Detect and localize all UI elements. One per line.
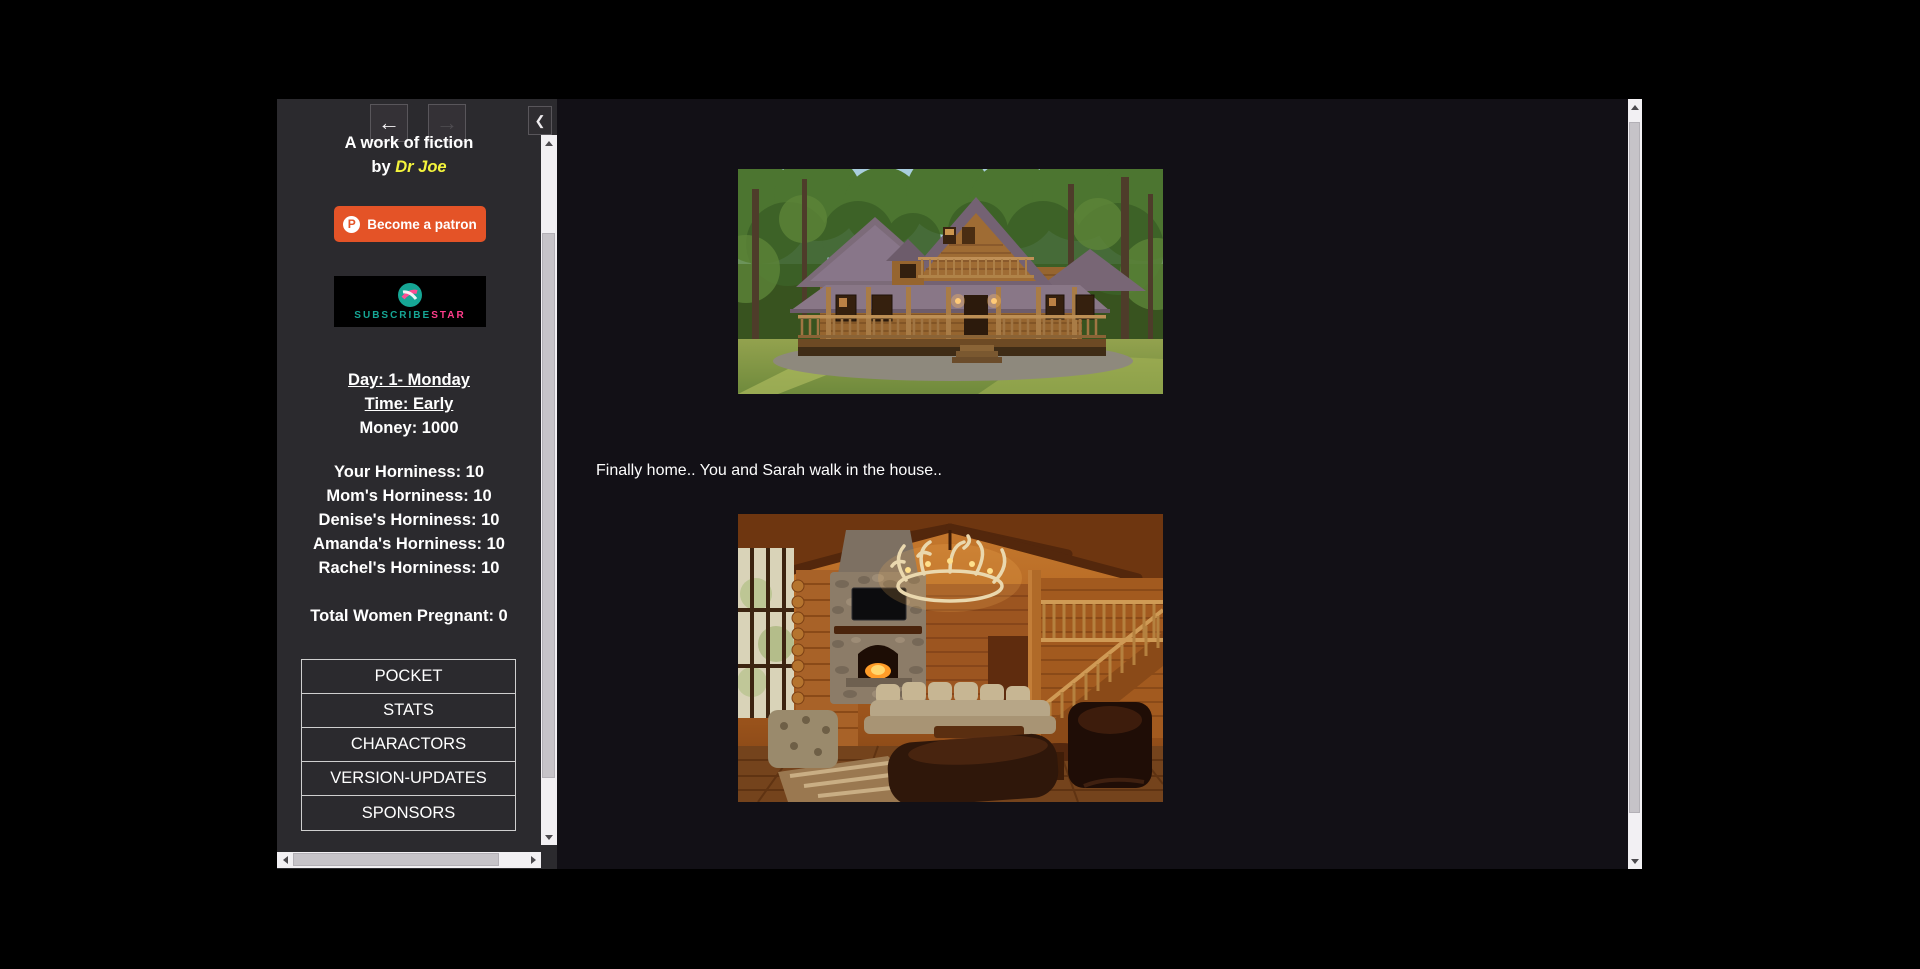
subscribestar-wordmark: SUBSCRIBESTAR (354, 310, 465, 321)
stat-rachel-horniness: Rachel's Horniness: 10 (277, 556, 541, 580)
page-scrollbar-thumb[interactable] (1629, 122, 1640, 813)
triangle-down-icon (545, 835, 553, 840)
menu-item-pocket[interactable]: POCKET (302, 660, 515, 694)
sidebar: ← → ❮ A work of fiction by Dr Joe P Beco… (277, 99, 557, 869)
log-cabin-exterior-image (738, 169, 1163, 394)
story-title: A work of fiction (277, 131, 541, 155)
triangle-up-icon (1631, 105, 1639, 110)
page-scroll-up-button[interactable] (1628, 99, 1642, 115)
stat-pregnant: Total Women Pregnant: 0 (277, 604, 541, 628)
sidebar-scroll-right-button[interactable] (525, 852, 541, 868)
time-stats-block: Day: 1- Monday Time: Early Money: 1000 (277, 368, 541, 440)
menu-item-charactors[interactable]: CHARACTORS (302, 728, 515, 762)
stat-money: Money: 1000 (277, 416, 541, 440)
story-byline: by Dr Joe (277, 155, 541, 179)
sidebar-scroll-left-button[interactable] (277, 852, 293, 868)
sidebar-menu: POCKET STATS CHARACTORS VERSION-UPDATES … (301, 659, 516, 831)
sidebar-scroll-up-button[interactable] (541, 135, 557, 151)
menu-item-version-updates[interactable]: VERSION-UPDATES (302, 762, 515, 796)
subscribestar-icon (397, 282, 423, 308)
story-text: Finally home.. You and Sarah walk in the… (596, 461, 942, 481)
sidebar-vertical-scrollbar[interactable] (541, 135, 557, 845)
subscribestar-link[interactable]: SUBSCRIBESTAR (334, 276, 486, 327)
sidebar-scroll-down-button[interactable] (541, 829, 557, 845)
passage-area: Finally home.. You and Sarah walk in the… (557, 99, 1628, 869)
triangle-right-icon (531, 856, 536, 864)
triangle-left-icon (283, 856, 288, 864)
stat-amanda-horniness: Amanda's Horniness: 10 (277, 532, 541, 556)
triangle-up-icon (545, 141, 553, 146)
chevron-left-icon: ❮ (535, 113, 546, 129)
page-scroll-down-button[interactable] (1628, 853, 1642, 869)
sidebar-hscrollbar-thumb[interactable] (293, 853, 499, 866)
triangle-down-icon (1631, 859, 1639, 864)
page-vertical-scrollbar[interactable] (1628, 99, 1642, 869)
patreon-icon: P (343, 216, 360, 233)
pregnancy-stat-block: Total Women Pregnant: 0 (277, 604, 541, 628)
stat-denise-horniness: Denise's Horniness: 10 (277, 508, 541, 532)
game-window: ← → ❮ A work of fiction by Dr Joe P Beco… (277, 99, 1642, 869)
stat-time: Time: Early (277, 392, 541, 416)
patreon-label: Become a patron (367, 217, 477, 232)
patreon-button[interactable]: P Become a patron (334, 206, 486, 242)
menu-item-sponsors[interactable]: SPONSORS (302, 796, 515, 830)
menu-item-stats[interactable]: STATS (302, 694, 515, 728)
horniness-stats-block: Your Horniness: 10 Mom's Horniness: 10 D… (277, 460, 541, 580)
author-name: Dr Joe (395, 158, 446, 176)
stat-day: Day: 1- Monday (277, 368, 541, 392)
sidebar-scrollbar-thumb[interactable] (542, 233, 555, 778)
story-title-block: A work of fiction by Dr Joe (277, 131, 541, 179)
log-cabin-interior-image (738, 514, 1163, 802)
stat-your-horniness: Your Horniness: 10 (277, 460, 541, 484)
stat-mom-horniness: Mom's Horniness: 10 (277, 484, 541, 508)
sidebar-horizontal-scrollbar[interactable] (277, 852, 541, 868)
